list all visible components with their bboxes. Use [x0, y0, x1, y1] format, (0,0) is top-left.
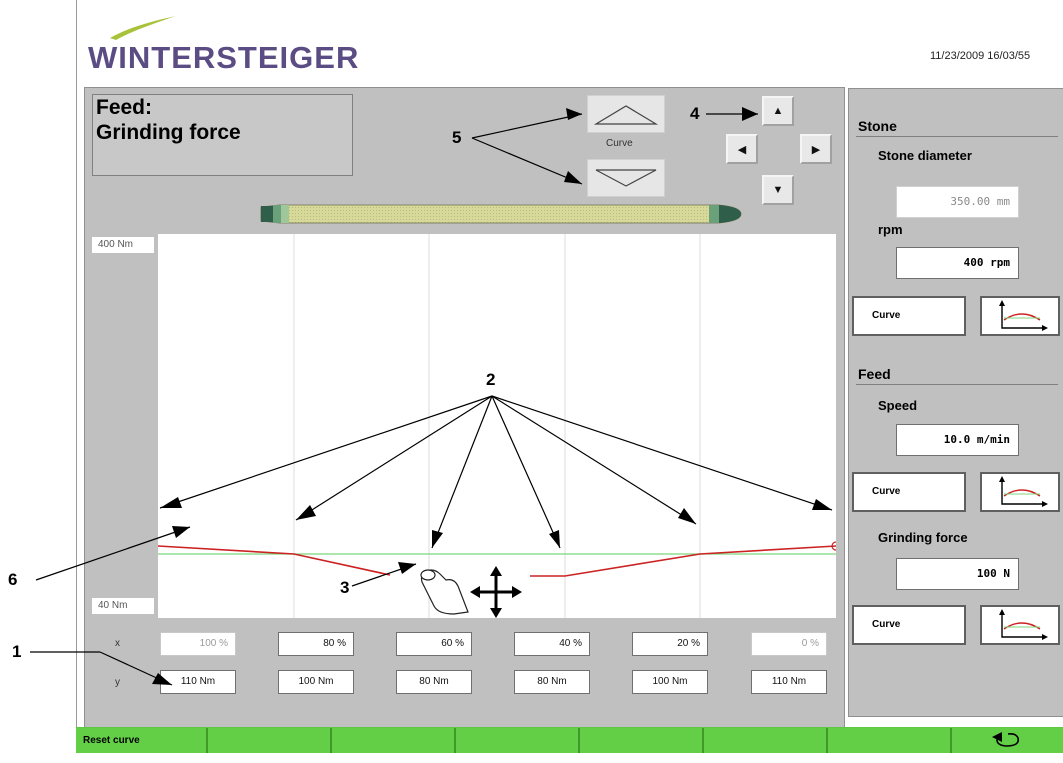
callout-6: 6: [8, 570, 18, 589]
callout-5: 5: [452, 128, 462, 147]
callout-4: 4: [690, 104, 700, 123]
annotation-lines: [30, 107, 833, 686]
callout-2: 2: [486, 370, 496, 389]
callout-3: 3: [340, 578, 350, 597]
callout-1: 1: [12, 642, 22, 661]
